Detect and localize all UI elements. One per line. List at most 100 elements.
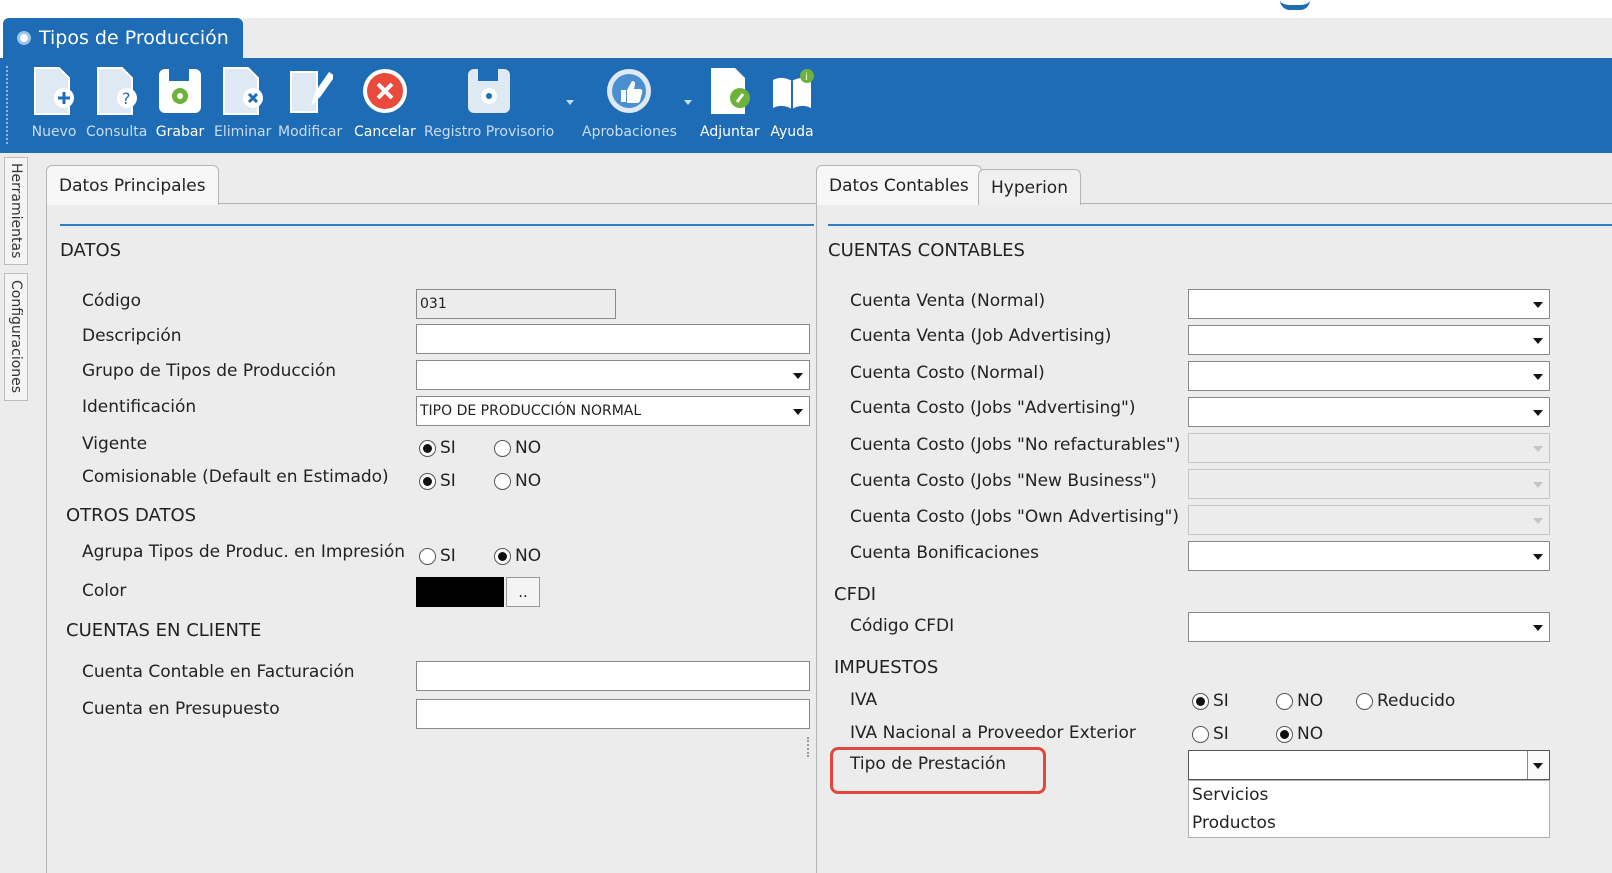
svg-text:?: ? xyxy=(122,89,131,108)
radio-no-label: NO xyxy=(515,438,542,458)
radio-reducido-label: Reducido xyxy=(1377,691,1456,711)
svg-text:i: i xyxy=(805,72,808,83)
iva-no-radio[interactable]: NO xyxy=(1276,691,1323,711)
delete-document-icon xyxy=(217,64,269,118)
presupuesto-field[interactable] xyxy=(416,699,810,729)
grupo-select[interactable] xyxy=(416,360,810,390)
cuenta-row-label: Cuenta Venta (Job Advertising) xyxy=(850,326,1112,346)
tab-hyperion[interactable]: Hyperion xyxy=(978,169,1081,205)
adjuntar-label: Adjuntar xyxy=(700,124,760,140)
panel-splitter[interactable] xyxy=(807,737,811,757)
cancelar-button[interactable]: Cancelar xyxy=(354,64,416,140)
cuenta-bonificaciones-select[interactable] xyxy=(1188,541,1550,571)
descripcion-field[interactable] xyxy=(416,324,810,354)
codigo-cfdi-select[interactable] xyxy=(1188,612,1550,642)
tipo-prestacion-select[interactable] xyxy=(1188,750,1550,780)
attach-document-icon xyxy=(704,64,756,118)
radio-checked-icon xyxy=(494,547,511,565)
ayuda-button[interactable]: i Ayuda xyxy=(766,64,818,140)
tab-bar-background xyxy=(243,18,1612,58)
consulta-button[interactable]: ? Consulta xyxy=(86,64,147,140)
grabar-button[interactable]: Grabar xyxy=(154,64,206,140)
window-tab-title: Tipos de Producción xyxy=(39,27,229,49)
vigente-si-radio[interactable]: SI xyxy=(419,438,456,458)
tab-datos-contables[interactable]: Datos Contables xyxy=(816,165,982,205)
color-label: Color xyxy=(82,581,127,601)
new-document-icon xyxy=(28,64,80,118)
registro-provisorio-button[interactable]: Registro Provisorio xyxy=(424,64,554,140)
cancel-circle-icon xyxy=(359,64,411,118)
thumbs-up-icon xyxy=(603,64,655,118)
side-rail: Herramientas Configuraciones xyxy=(0,153,30,873)
agrupa-si-radio[interactable]: SI xyxy=(419,546,456,566)
cfdi-heading: CFDI xyxy=(834,584,877,605)
comisionable-si-radio[interactable]: SI xyxy=(419,471,456,491)
modificar-label: Modificar xyxy=(278,124,343,140)
cuenta-costo-advertising-select[interactable] xyxy=(1188,397,1550,427)
radio-unchecked-icon xyxy=(1276,692,1293,710)
cuenta-row-label: Cuenta Costo (Jobs "Own Advertising") xyxy=(850,507,1179,527)
nuevo-button[interactable]: Nuevo xyxy=(28,64,80,140)
rail-tab-herramientas[interactable]: Herramientas xyxy=(4,157,28,265)
window-tab[interactable]: Tipos de Producción xyxy=(3,18,243,58)
iva-reducido-radio[interactable]: Reducido xyxy=(1356,691,1455,711)
adjuntar-button[interactable]: Adjuntar xyxy=(700,64,760,140)
rail-tab-herramientas-label: Herramientas xyxy=(8,163,24,259)
edit-document-icon xyxy=(284,64,336,118)
top-strip xyxy=(0,0,1612,18)
vigente-no-radio[interactable]: NO xyxy=(494,438,541,458)
toolbar-grip[interactable] xyxy=(6,66,9,144)
presupuesto-label: Cuenta en Presupuesto xyxy=(82,699,280,719)
registro-provisorio-label: Registro Provisorio xyxy=(424,124,555,140)
iva-nacional-label: IVA Nacional a Proveedor Exterior xyxy=(850,723,1136,743)
cuenta-row-label: Cuenta Venta (Normal) xyxy=(850,291,1046,311)
datos-heading: DATOS xyxy=(60,240,122,261)
iva-nacional-si-radio[interactable]: SI xyxy=(1192,724,1229,744)
save-disk-icon xyxy=(154,64,206,118)
chevron-down-icon xyxy=(1533,302,1543,308)
eliminar-button[interactable]: Eliminar xyxy=(214,64,271,140)
iva-si-radio[interactable]: SI xyxy=(1192,691,1229,711)
radio-unchecked-icon xyxy=(419,547,436,565)
cuenta-venta-normal-select[interactable] xyxy=(1188,289,1550,319)
chevron-down-icon xyxy=(1533,763,1543,769)
radio-checked-icon xyxy=(1192,692,1209,710)
identificacion-select[interactable]: TIPO DE PRODUCCIÓN NORMAL xyxy=(416,396,810,426)
cuentas-cliente-heading: CUENTAS EN CLIENTE xyxy=(66,620,262,641)
aprobaciones-dropdown-caret[interactable] xyxy=(684,100,692,105)
radio-checked-icon xyxy=(1276,725,1293,743)
eliminar-label: Eliminar xyxy=(214,124,272,140)
tab-datos-principales[interactable]: Datos Principales xyxy=(46,165,219,205)
radio-checked-icon xyxy=(419,472,436,490)
cuentas-contables-heading: CUENTAS CONTABLES xyxy=(828,240,1025,261)
radio-no-label: NO xyxy=(1297,724,1324,744)
chevron-down-icon xyxy=(1533,518,1543,524)
help-book-icon: i xyxy=(766,64,818,118)
dropdown-option-servicios[interactable]: Servicios xyxy=(1189,781,1549,809)
modificar-button[interactable]: Modificar xyxy=(278,64,342,140)
aprobaciones-label: Aprobaciones xyxy=(582,124,677,140)
cuenta-costo-no-refacturables-select xyxy=(1188,433,1550,463)
comisionable-no-radio[interactable]: NO xyxy=(494,471,541,491)
aprobaciones-button[interactable]: Aprobaciones xyxy=(582,64,677,140)
codigo-field[interactable]: 031 xyxy=(416,289,616,319)
rail-tab-configuraciones[interactable]: Configuraciones xyxy=(4,273,28,401)
identificacion-select-value: TIPO DE PRODUCCIÓN NORMAL xyxy=(420,403,642,419)
color-picker-button[interactable]: .. xyxy=(506,577,540,607)
cuenta-costo-normal-select[interactable] xyxy=(1188,361,1550,391)
dropdown-option-productos[interactable]: Productos xyxy=(1189,809,1549,837)
registro-dropdown-caret[interactable] xyxy=(566,100,574,105)
codigo-cfdi-label: Código CFDI xyxy=(850,616,955,636)
chevron-down-icon xyxy=(1533,554,1543,560)
radio-no-label: NO xyxy=(1297,691,1324,711)
cuenta-venta-job-advertising-select[interactable] xyxy=(1188,325,1550,355)
cuenta-row-label: Cuenta Costo (Jobs "New Business") xyxy=(850,471,1157,491)
facturacion-label: Cuenta Contable en Facturación xyxy=(82,662,355,682)
chevron-down-icon xyxy=(793,373,803,379)
facturacion-field[interactable] xyxy=(416,661,810,691)
tipo-prestacion-label: Tipo de Prestación xyxy=(850,754,1007,774)
agrupa-no-radio[interactable]: NO xyxy=(494,546,541,566)
agrupa-label: Agrupa Tipos de Produc. en Impresión xyxy=(82,542,406,562)
iva-nacional-no-radio[interactable]: NO xyxy=(1276,724,1323,744)
radio-si-label: SI xyxy=(440,546,456,566)
